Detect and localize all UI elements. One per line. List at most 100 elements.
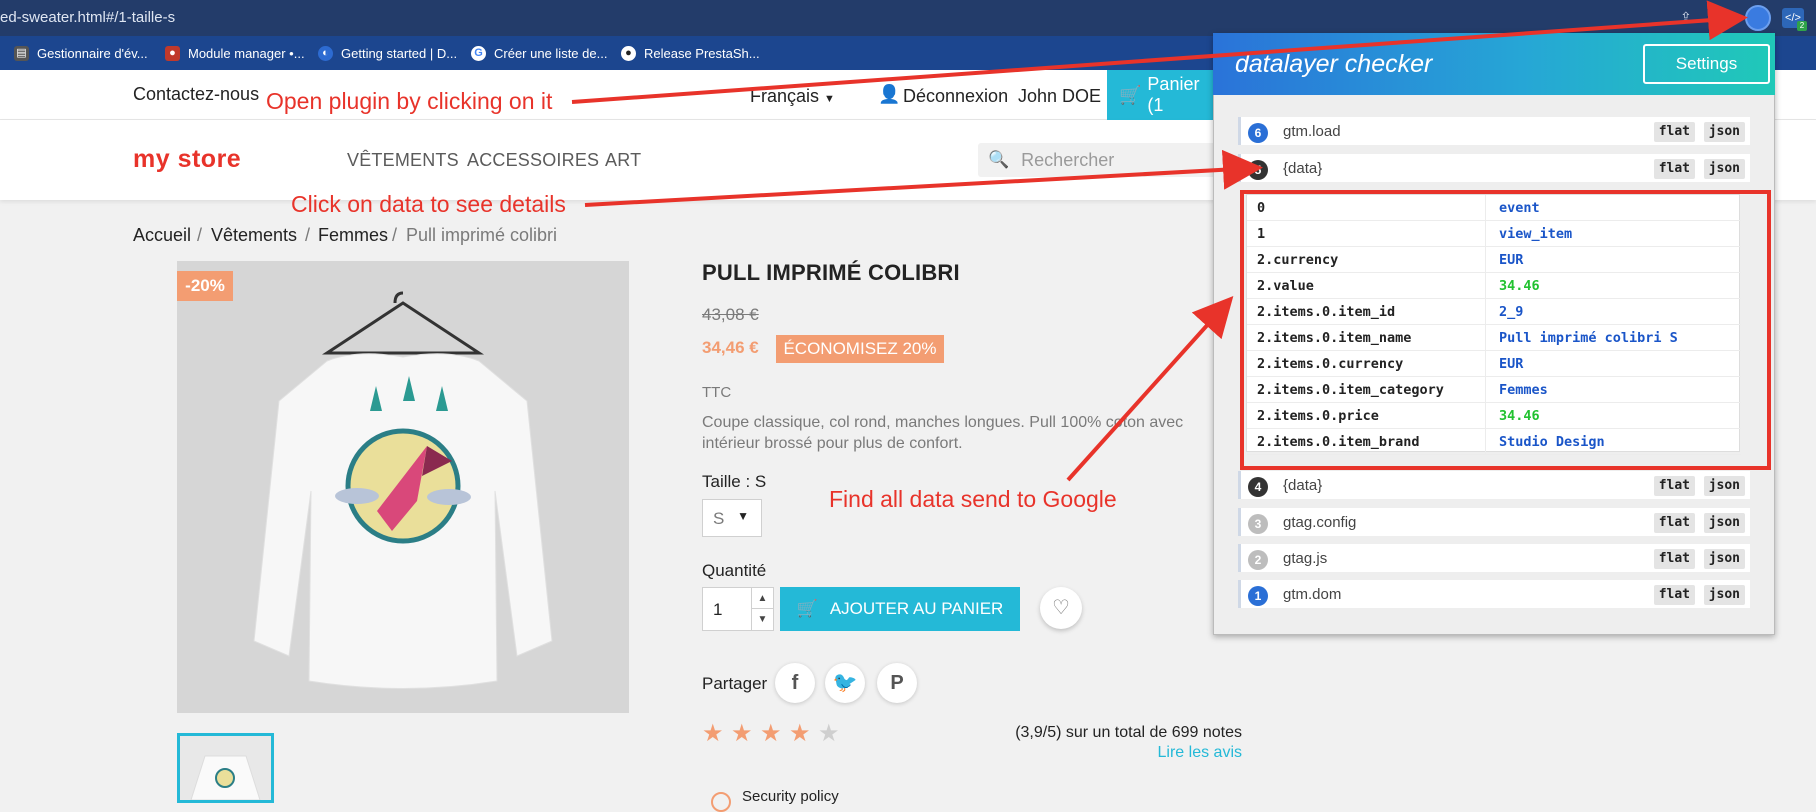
wishlist-heart-icon[interactable]: ♡	[1040, 587, 1082, 629]
quantity-label: Quantité	[702, 561, 767, 580]
facebook-icon[interactable]: f	[775, 663, 815, 703]
event-number-badge: 3	[1248, 514, 1268, 534]
breadcrumb-separator: /	[305, 225, 311, 245]
bookmark-label: Gestionnaire d'év...	[37, 45, 148, 61]
cart-button[interactable]: 🛒 Panier (1	[1107, 70, 1217, 120]
sweater-illustration	[253, 291, 553, 689]
flat-button[interactable]: flat	[1653, 122, 1695, 142]
chevron-down-icon: ▼	[824, 93, 835, 105]
product-description: Coupe classique, col rond, manches longu…	[702, 414, 1184, 452]
reviews-link[interactable]: Lire les avis	[1050, 744, 1242, 762]
highlight-box	[1240, 190, 1771, 470]
star-icon: ★	[818, 720, 840, 747]
flat-button[interactable]: flat	[1653, 549, 1695, 569]
user-name[interactable]: John DOE	[1018, 86, 1101, 107]
bookmark-star-icon[interactable]: ☆	[1714, 9, 1727, 26]
google-icon: G	[471, 45, 486, 61]
bookmark-label: Créer une liste de...	[494, 45, 608, 61]
plugin-extension-icon[interactable]	[1745, 5, 1771, 31]
bookmark-item[interactable]: ▤ Gestionnaire d'év...	[14, 44, 148, 62]
json-button[interactable]: json	[1703, 476, 1745, 496]
product-image[interactable]	[177, 261, 629, 713]
bookmark-item[interactable]: ● Module manager •...	[165, 44, 305, 62]
bookmark-icon: ◐	[318, 45, 333, 61]
event-name[interactable]: {data}	[1283, 477, 1322, 494]
code-extension-icon[interactable]: </> 2	[1782, 8, 1807, 31]
flat-button[interactable]: flat	[1653, 159, 1695, 179]
share-label: Partager	[702, 674, 768, 693]
datalayer-event-row[interactable]: 6 gtm.load flat json	[1238, 117, 1750, 145]
settings-button[interactable]: Settings	[1643, 44, 1770, 84]
add-to-cart-label: AJOUTER AU PANIER	[829, 599, 1004, 618]
language-label: Français	[750, 86, 820, 106]
twitter-icon[interactable]: 🐦	[825, 663, 865, 703]
annotation-find-data: Find all data send to Google	[829, 486, 1117, 512]
breadcrumb-vetements[interactable]: Vêtements	[211, 225, 297, 246]
search-icon: 🔍	[988, 150, 1010, 169]
share-icon[interactable]: ⇪	[1680, 9, 1692, 26]
url-text[interactable]: ed-sweater.html#/1-taille-s	[0, 9, 175, 26]
store-logo[interactable]: my store	[133, 145, 241, 174]
json-button[interactable]: json	[1703, 585, 1745, 605]
menu-accessoires[interactable]: ACCESSOIRES	[467, 150, 599, 171]
datalayer-event-row[interactable]: 4 {data} flat json	[1238, 471, 1750, 499]
breadcrumb-home[interactable]: Accueil	[133, 225, 191, 246]
bookmark-item[interactable]: G Créer une liste de...	[471, 44, 607, 62]
bookmark-label: Getting started | D...	[341, 45, 458, 61]
json-button[interactable]: json	[1703, 122, 1745, 142]
size-select[interactable]: S ▼	[702, 499, 762, 537]
breadcrumb-femmes[interactable]: Femmes	[318, 225, 388, 246]
breadcrumb-current: Pull imprimé colibri	[406, 225, 558, 245]
event-name[interactable]: gtag.config	[1283, 514, 1356, 531]
event-number-badge: 1	[1248, 586, 1268, 606]
event-name[interactable]: gtm.load	[1283, 123, 1341, 140]
current-price: 34,46 €	[702, 338, 759, 357]
json-button[interactable]: json	[1703, 549, 1745, 569]
shield-icon	[711, 792, 731, 812]
size-value: S	[713, 509, 725, 528]
cart-icon: 🛒	[796, 599, 818, 618]
rating-stars: ★ ★ ★ ★ ★	[702, 719, 840, 749]
browser-url-bar: ed-sweater.html#/1-taille-s ⇪ ☆	[0, 0, 1816, 36]
logout-link[interactable]: Déconnexion	[903, 86, 1008, 107]
search-placeholder: Rechercher	[1021, 149, 1115, 170]
plugin-title: datalayer checker	[1235, 50, 1433, 78]
product-thumbnail[interactable]	[177, 733, 274, 803]
event-name[interactable]: gtm.dom	[1283, 586, 1341, 603]
flat-button[interactable]: flat	[1653, 513, 1695, 533]
chevron-down-icon[interactable]: ▼	[751, 609, 773, 630]
bookmark-item[interactable]: ◐ Getting started | D...	[318, 44, 457, 62]
datalayer-event-row[interactable]: 2 gtag.js flat json	[1238, 544, 1750, 572]
chevron-up-icon[interactable]: ▲	[751, 588, 773, 609]
github-icon: ●	[621, 45, 636, 61]
language-selector[interactable]: Français ▼	[750, 86, 835, 107]
breadcrumb-separator: /	[392, 225, 398, 245]
search-box[interactable]: 🔍 Rechercher	[978, 143, 1228, 177]
add-to-cart-button[interactable]: 🛒 AJOUTER AU PANIER	[780, 587, 1020, 631]
pinterest-icon[interactable]: P	[877, 663, 917, 703]
event-name[interactable]: gtag.js	[1283, 550, 1327, 567]
bookmark-item[interactable]: ● Release PrestaSh...	[621, 44, 760, 62]
discount-badge: -20%	[177, 271, 233, 301]
event-name[interactable]: {data}	[1283, 160, 1322, 177]
flat-button[interactable]: flat	[1653, 476, 1695, 496]
user-icon: 👤	[878, 84, 901, 104]
json-button[interactable]: json	[1703, 513, 1745, 533]
datalayer-event-row[interactable]: 3 gtag.config flat json	[1238, 508, 1750, 536]
bookmark-label: Release PrestaSh...	[644, 45, 760, 61]
menu-art[interactable]: ART	[605, 150, 641, 171]
product-title: PULL IMPRIMÉ COLIBRI	[702, 260, 960, 285]
quantity-stepper[interactable]: 1 ▲ ▼	[702, 587, 774, 631]
event-number-badge: 4	[1248, 477, 1268, 497]
security-policy: Security policy	[742, 788, 839, 805]
annotation-open-plugin: Open plugin by clicking on it	[266, 88, 553, 114]
cart-icon: 🛒	[1119, 84, 1142, 105]
flat-button[interactable]: flat	[1653, 585, 1695, 605]
datalayer-event-row[interactable]: 5 {data} flat json	[1238, 154, 1750, 182]
quantity-value[interactable]: 1	[713, 600, 722, 620]
contact-link[interactable]: Contactez-nous	[133, 84, 259, 105]
menu-vetements[interactable]: VÊTEMENTS	[347, 150, 459, 171]
json-button[interactable]: json	[1703, 159, 1745, 179]
event-number-badge: 5	[1248, 160, 1268, 180]
datalayer-event-row[interactable]: 1 gtm.dom flat json	[1238, 580, 1750, 608]
